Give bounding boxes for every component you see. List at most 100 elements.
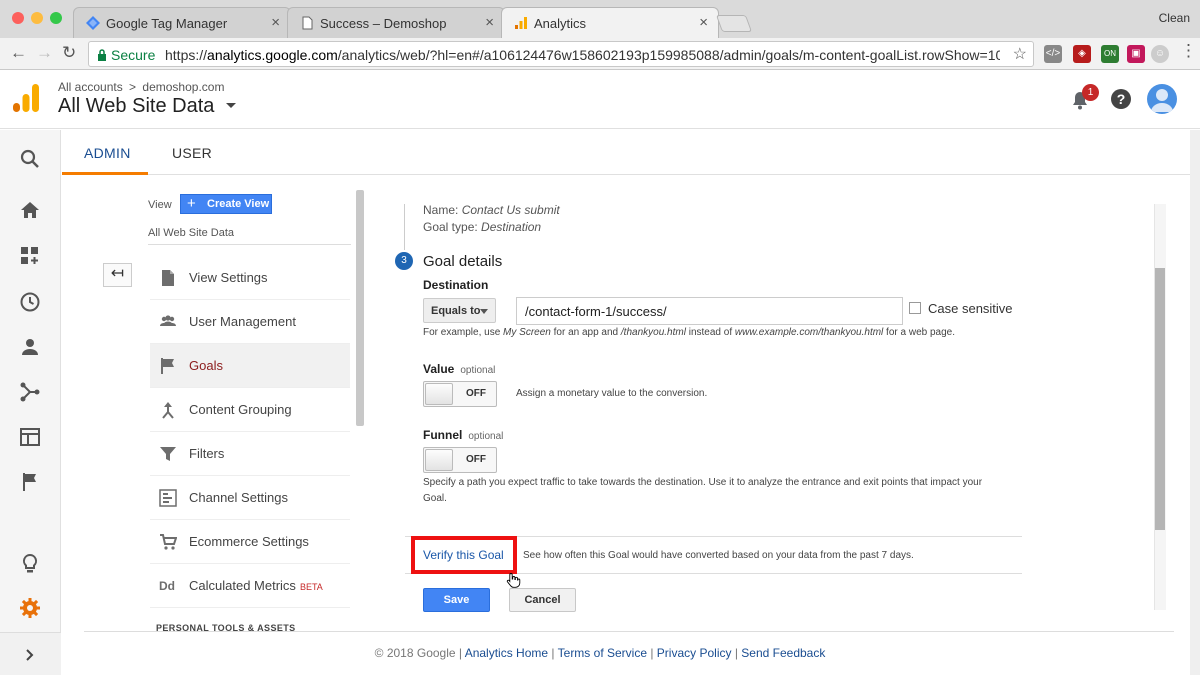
lock-icon xyxy=(98,49,106,61)
verify-goal-link[interactable]: Verify this Goal xyxy=(423,548,504,562)
cancel-button[interactable]: Cancel xyxy=(509,588,576,612)
forward-arrow-icon[interactable]: → xyxy=(36,43,53,63)
document-icon xyxy=(162,270,174,286)
svg-text:?: ? xyxy=(1117,91,1126,107)
funnel-toggle[interactable]: OFF xyxy=(423,447,497,473)
avatar[interactable] xyxy=(1147,84,1177,114)
back-button[interactable]: ↤ xyxy=(103,263,132,287)
dd-icon: Dd xyxy=(159,579,175,593)
close-icon[interactable]: × xyxy=(699,14,708,31)
close-icon[interactable]: × xyxy=(271,14,280,31)
analytics-icon xyxy=(515,17,527,29)
analytics-logo-icon[interactable] xyxy=(13,84,39,112)
step-number-badge: 3 xyxy=(395,252,413,270)
notification-badge: 1 xyxy=(1082,84,1099,101)
grouping-icon xyxy=(162,402,174,419)
admin-tabs: ADMIN USER xyxy=(62,130,1200,175)
menu-item-content-grouping[interactable]: Content Grouping xyxy=(150,388,350,432)
menu-item-ecommerce-settings[interactable]: Ecommerce Settings xyxy=(150,520,350,564)
browser-tab-analytics[interactable]: Analytics × xyxy=(501,7,719,38)
cart-icon xyxy=(160,534,177,550)
tag-extension-icon[interactable]: ◈ xyxy=(1073,45,1091,63)
new-tab-button[interactable] xyxy=(715,15,753,32)
code-extension-icon[interactable]: </> xyxy=(1044,45,1062,63)
person-icon[interactable] xyxy=(18,335,42,359)
page-icon xyxy=(302,16,313,30)
on-extension-icon[interactable]: ON xyxy=(1101,45,1119,63)
tab-title: Success – Demoshop xyxy=(320,16,447,31)
ghost-extension-icon[interactable]: ☺ xyxy=(1151,45,1169,63)
user-avatar-icon xyxy=(1151,89,1173,112)
footer-link-terms[interactable]: Terms of Service xyxy=(558,646,647,660)
toggle-knob xyxy=(425,383,453,405)
destination-help-text: For example, use My Screen for an app an… xyxy=(423,327,955,338)
case-sensitive-checkbox[interactable] xyxy=(909,302,921,314)
tab-admin[interactable]: ADMIN xyxy=(84,145,131,161)
close-icon[interactable]: × xyxy=(485,14,494,31)
menu-dots-icon[interactable]: ⋮ xyxy=(1180,41,1197,61)
value-description: Assign a monetary value to the conversio… xyxy=(516,388,708,399)
page-scrollbar[interactable] xyxy=(1190,130,1200,675)
menu-item-channel-settings[interactable]: Channel Settings xyxy=(150,476,350,520)
back-arrow-icon[interactable]: ← xyxy=(10,43,27,63)
menu-item-view-settings[interactable]: View Settings xyxy=(150,256,350,300)
menu-item-filters[interactable]: Filters xyxy=(150,432,350,476)
flag-icon[interactable] xyxy=(18,470,42,494)
toggle-knob xyxy=(425,449,453,471)
destination-label: Destination xyxy=(423,278,489,292)
verify-goal-description: See how often this Goal would have conve… xyxy=(523,550,914,561)
tab-user[interactable]: USER xyxy=(172,145,212,161)
address-bar[interactable]: Secure https://analytics.google.com/anal… xyxy=(88,41,1034,67)
screen-extension-icon[interactable]: ▣ xyxy=(1127,45,1145,63)
acquisition-icon[interactable] xyxy=(18,380,42,404)
view-column-scrollbar[interactable] xyxy=(356,190,364,426)
close-window-button[interactable] xyxy=(12,12,24,24)
browser-tab-gtm[interactable]: Google Tag Manager × xyxy=(73,7,291,38)
footer-link-analytics-home[interactable]: Analytics Home xyxy=(465,646,548,660)
help-icon[interactable]: ? xyxy=(1111,89,1131,109)
hand-cursor-icon xyxy=(506,573,521,588)
search-icon[interactable] xyxy=(18,147,42,171)
goal-type-summary: Goal type: Destination xyxy=(423,220,542,234)
menu-item-calculated-metrics[interactable]: Dd Calculated Metrics BETA xyxy=(150,564,350,608)
panel-bottom-edge xyxy=(405,612,1165,630)
menu-item-goals[interactable]: Goals xyxy=(150,344,350,388)
caret-down-icon xyxy=(225,103,236,108)
zoom-window-button[interactable] xyxy=(50,12,62,24)
view-selector[interactable]: All Web Site Data xyxy=(58,95,236,118)
value-toggle[interactable]: OFF xyxy=(423,381,497,407)
filter-icon xyxy=(160,447,176,461)
plus-icon: + xyxy=(187,195,196,212)
gear-icon[interactable] xyxy=(18,596,42,620)
back-arrow-icon: ↤ xyxy=(110,265,125,282)
save-button[interactable]: Save xyxy=(423,588,490,612)
clock-icon[interactable] xyxy=(18,290,42,314)
minimize-window-button[interactable] xyxy=(31,12,43,24)
bookmark-star-icon[interactable]: ☆ xyxy=(1013,44,1027,64)
view-column-label: View xyxy=(148,199,172,211)
view-name: All Web Site Data xyxy=(148,227,235,239)
browser-tab-demoshop[interactable]: Success – Demoshop × xyxy=(287,7,505,38)
gtm-icon xyxy=(86,16,100,30)
reload-icon[interactable]: ↻ xyxy=(62,43,76,63)
footer-link-feedback[interactable]: Send Feedback xyxy=(741,646,825,660)
ga-header: All accounts > demoshop.com All Web Site… xyxy=(0,70,1200,129)
url-text: https://analytics.google.com/analytics/w… xyxy=(165,47,1000,63)
destination-input[interactable] xyxy=(516,297,903,325)
lightbulb-icon[interactable] xyxy=(18,552,42,576)
people-icon xyxy=(160,315,176,326)
breadcrumb[interactable]: All accounts > demoshop.com xyxy=(58,80,224,94)
personal-tools-heading: PERSONAL TOOLS & ASSETS xyxy=(156,623,296,631)
beta-badge: BETA xyxy=(299,582,323,592)
home-icon[interactable] xyxy=(18,198,42,222)
create-view-button[interactable]: + Create View xyxy=(180,194,272,214)
customization-icon[interactable] xyxy=(18,244,42,268)
browser-profile-name[interactable]: Clean xyxy=(1159,11,1190,25)
match-type-dropdown[interactable]: Equals to xyxy=(423,298,496,323)
footer-link-privacy[interactable]: Privacy Policy xyxy=(657,646,732,660)
active-tab-indicator xyxy=(62,172,148,175)
behavior-icon[interactable] xyxy=(18,425,42,449)
menu-item-user-management[interactable]: User Management xyxy=(150,300,350,344)
panel-scrollbar-thumb[interactable] xyxy=(1155,268,1165,530)
value-label: Value optional xyxy=(423,362,496,376)
